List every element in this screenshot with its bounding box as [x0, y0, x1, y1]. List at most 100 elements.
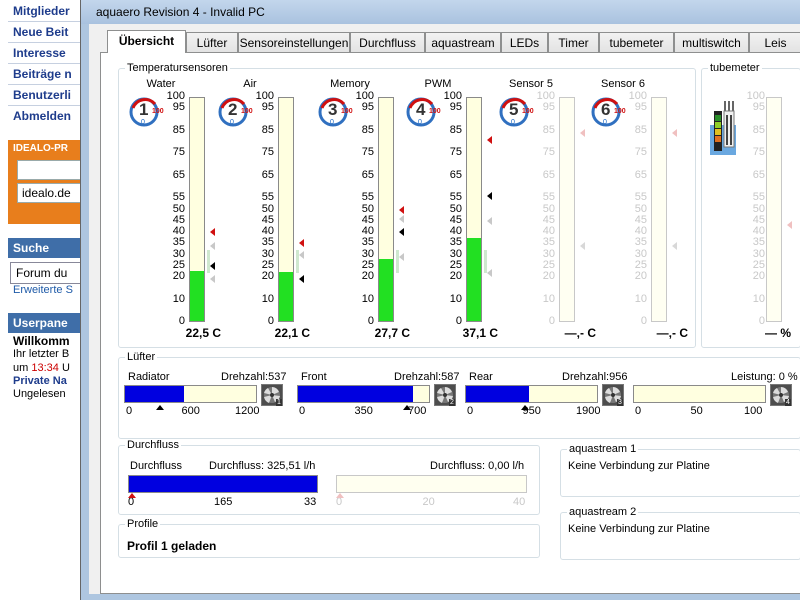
tab-luefter[interactable]: Lüfter [186, 32, 238, 52]
sensor-name: Sensor 5 [508, 78, 554, 90]
private-messages-link[interactable]: Private Na [13, 375, 67, 387]
tab-leistung[interactable]: Leis [749, 32, 800, 52]
sensor-min-mark: 0 [603, 119, 607, 126]
overview-panel: Temperatursensoren Water 1 100 0 100 95 85 75 65… [100, 52, 800, 594]
tab-multiswitch[interactable]: multiswitch [674, 32, 749, 52]
fan-bar-fill [466, 386, 529, 402]
fan-speed-prefix: Drehzahl: [394, 371, 442, 383]
sensor-number: 1 [139, 100, 149, 119]
tab-leds[interactable]: LEDs [501, 32, 548, 52]
nav-link-beitraege[interactable]: Beiträge n [13, 67, 72, 81]
profile-status: Profil 1 geladen [127, 539, 217, 553]
scale-tick: 55 [172, 191, 185, 204]
scale-tick: 50 [361, 202, 374, 215]
nav-link-benutzerliste[interactable]: Benutzerli [13, 88, 71, 102]
scale-tick: 35 [261, 236, 274, 249]
temperature-bar [278, 97, 294, 322]
sensor-name: PWM [424, 78, 452, 90]
threshold-marker [487, 192, 492, 200]
threshold-strip [296, 97, 302, 322]
window-client-area: Übersicht Lüfter Sensoreinstellungen Dur… [89, 24, 800, 594]
scale-tick: 55 [542, 191, 555, 204]
sensor-number: 5 [509, 100, 519, 119]
userpanel-header: Userpane [8, 313, 90, 333]
sensor-name: Sensor 6 [600, 78, 646, 90]
tab-timer[interactable]: Timer [548, 32, 599, 52]
fan-speed-value: 587 [441, 371, 460, 383]
fan-scale-label: 50 [690, 405, 703, 417]
fan-speed-prefix: Drehzahl: [562, 371, 610, 383]
scale-tick: 10 [361, 292, 374, 305]
tubemeter-marker [787, 220, 792, 229]
tab-tubemeter[interactable]: tubemeter [599, 32, 674, 52]
scale-tick: 95 [261, 101, 274, 114]
temperature-bar-fill [379, 259, 393, 321]
tubemeter-scale-tick: 75 [752, 146, 765, 159]
temperature-bar-fill [279, 271, 293, 321]
threshold-marker [210, 228, 215, 236]
fan-bar [633, 385, 766, 403]
fan-badge: 3 [617, 399, 623, 406]
fan-scale-label: 600 [181, 405, 200, 417]
fan-badge: 4 [785, 399, 791, 406]
threshold-marker [299, 239, 304, 248]
scale-tick: 75 [634, 146, 647, 159]
threshold-marker [672, 129, 677, 137]
scale-tick: 10 [172, 292, 185, 305]
threshold-marker [580, 241, 585, 250]
threshold-marker [210, 241, 215, 250]
fan-bar [124, 385, 257, 403]
tubemeter-scale-tick: 65 [752, 168, 765, 181]
background-webpage: Mitglieder Neue Beit Interesse Beiträge … [0, 0, 90, 600]
threshold-marker [580, 129, 585, 137]
temperature-bar [559, 97, 575, 322]
scale-tick: 75 [542, 146, 555, 159]
tab-aquastream[interactable]: aquastream [425, 32, 501, 52]
scale-tick: 65 [542, 168, 555, 181]
fan-scale-label: 0 [299, 405, 306, 417]
nav-link-mitglieder[interactable]: Mitglieder [13, 4, 70, 18]
tubemeter-icon [708, 97, 740, 157]
scale-tick: 55 [449, 191, 462, 204]
sensor-min-mark: 0 [418, 119, 422, 126]
flow-name: Durchfluss [130, 460, 182, 472]
flow-bar [336, 475, 527, 493]
fan-scale-label: 1900 [576, 405, 601, 417]
scale-tick: 35 [449, 236, 462, 249]
flow-reading: Durchfluss: 325,51 l/h [209, 460, 316, 472]
scale-tick: 20 [172, 270, 185, 282]
tab-durchfluss[interactable]: Durchfluss [350, 32, 425, 52]
nav-divider [8, 21, 88, 22]
fan-speed: Drehzahl:537 [221, 371, 286, 383]
aquastream-1-title: aquastream 1 [567, 443, 639, 455]
window-titlebar[interactable]: aquaero Revision 4 - Invalid PC [81, 0, 800, 24]
forum-search-input[interactable]: Forum du [10, 262, 90, 284]
nav-link-abmelden[interactable]: Abmelden [13, 109, 71, 123]
nav-link-interessen[interactable]: Interesse [13, 46, 66, 60]
temperature-value: 27,7 C [374, 326, 410, 340]
scale-tick: 65 [361, 168, 374, 181]
temperature-bar-fill [190, 270, 204, 321]
window-title: aquaero Revision 4 - Invalid PC [96, 5, 265, 19]
tubemeter-scale-tick: 85 [752, 123, 765, 136]
nav-link-neue-beitraege[interactable]: Neue Beit [13, 25, 68, 39]
scale-tick: 50 [542, 202, 555, 215]
sensor-name: Water [146, 78, 176, 90]
scale-tick: 65 [634, 168, 647, 181]
scale-tick: 95 [172, 101, 185, 114]
fan-speed-value: 537 [268, 371, 287, 383]
tubemeter-scale-tick: 20 [752, 270, 765, 282]
tab-sensoreinstellungen[interactable]: Sensoreinstellungen [238, 32, 350, 52]
advanced-search-link[interactable]: Erweiterte S [13, 284, 73, 296]
scale-tick: 50 [449, 202, 462, 215]
flow-scale-label: 165 [214, 496, 233, 508]
scale-tick: 75 [449, 146, 462, 159]
temperature-value: 22,5 C [185, 326, 221, 340]
sensor-min-mark: 0 [230, 119, 234, 126]
scale-tick: 85 [634, 123, 647, 136]
threshold-marker [487, 268, 492, 277]
scale-tick: 50 [634, 202, 647, 215]
temperature-value: 37,1 C [462, 326, 498, 340]
welcome-text: Willkomm [13, 334, 70, 348]
tab-uebersicht[interactable]: Übersicht [107, 30, 186, 53]
